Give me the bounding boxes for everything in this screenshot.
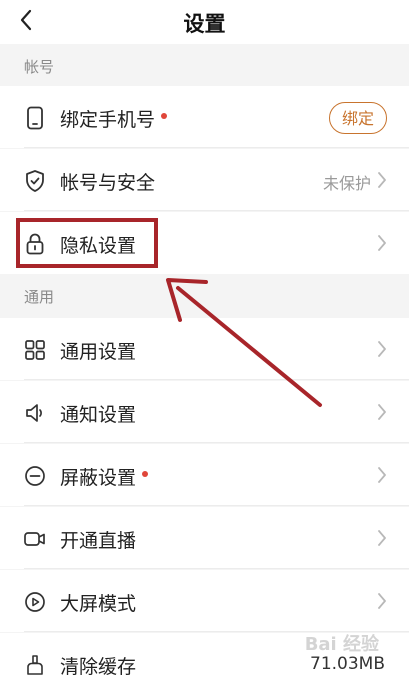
chevron-right-icon xyxy=(378,530,386,546)
row-label: 大屏模式 xyxy=(60,593,137,615)
divider xyxy=(24,442,409,443)
section-label: 通用 xyxy=(24,288,55,306)
row-bind-phone[interactable]: 绑定手机号 绑定 xyxy=(0,86,409,148)
row-block-settings[interactable]: 屏蔽设置 xyxy=(0,444,409,506)
divider xyxy=(24,210,409,211)
speaker-icon xyxy=(22,400,48,426)
section-label: 帐号 xyxy=(24,58,55,76)
chevron-right-icon xyxy=(378,404,386,420)
chevron-right-icon xyxy=(378,467,386,483)
row-value: 未保护 xyxy=(322,174,371,193)
phone-icon xyxy=(22,105,48,131)
row-general-settings[interactable]: 通用设置 xyxy=(0,318,409,380)
row-open-live[interactable]: 开通直播 xyxy=(0,507,409,569)
grid-icon xyxy=(22,337,48,363)
section-header-account: 帐号 xyxy=(0,44,409,86)
page-title: 设置 xyxy=(183,12,226,36)
broom-icon xyxy=(22,652,48,678)
divider xyxy=(24,147,409,148)
chevron-right-icon xyxy=(378,593,386,609)
video-camera-icon xyxy=(22,526,48,552)
chevron-right-icon xyxy=(378,341,386,357)
bind-button[interactable]: 绑定 xyxy=(329,102,387,134)
section-header-general: 通用 xyxy=(0,274,409,316)
row-big-screen-mode[interactable]: 大屏模式 xyxy=(0,570,409,632)
shield-check-icon xyxy=(22,168,48,194)
play-circle-icon xyxy=(22,589,48,615)
divider xyxy=(24,568,409,569)
cache-size: 71.03MB xyxy=(310,654,385,674)
divider xyxy=(24,379,409,380)
chevron-right-icon xyxy=(378,172,386,188)
row-label: 绑定手机号 xyxy=(60,109,156,131)
row-label: 隐私设置 xyxy=(60,235,137,257)
divider xyxy=(24,631,409,632)
divider xyxy=(24,505,409,506)
notification-dot xyxy=(142,470,149,477)
row-label: 通用设置 xyxy=(60,341,137,363)
notification-dot xyxy=(161,112,168,119)
row-privacy-settings[interactable]: 隐私设置 xyxy=(0,212,409,274)
row-label: 开通直播 xyxy=(60,530,137,552)
row-account-security[interactable]: 帐号与安全 未保护 xyxy=(0,149,409,211)
row-label: 清除缓存 xyxy=(60,656,137,678)
chevron-right-icon xyxy=(378,235,386,251)
row-label: 通知设置 xyxy=(60,404,137,426)
lock-icon xyxy=(22,231,48,257)
row-notification-settings[interactable]: 通知设置 xyxy=(0,381,409,443)
nav-bar: 设置 xyxy=(0,0,409,44)
row-label: 屏蔽设置 xyxy=(60,467,137,489)
row-label: 帐号与安全 xyxy=(60,172,156,194)
row-clear-cache[interactable]: 清除缓存 71.03MB xyxy=(0,633,409,682)
minus-circle-icon xyxy=(22,463,48,489)
